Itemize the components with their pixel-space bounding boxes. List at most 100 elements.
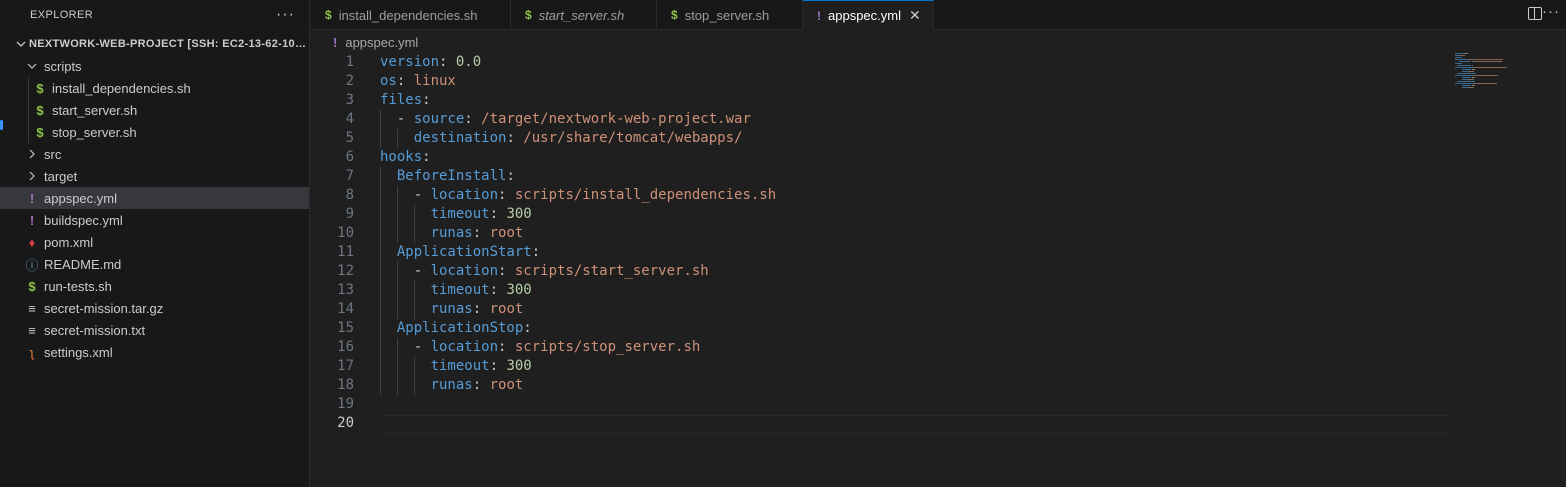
tree-file-appspec-yml[interactable]: ! appspec.yml [0, 187, 309, 209]
tree-file-secret-mission-tar-gz[interactable]: ≡ secret-mission.tar.gz [0, 297, 309, 319]
tree-item-label: secret-mission.txt [44, 322, 146, 338]
minimap-token [1455, 75, 1462, 76]
indent-guide [413, 357, 415, 395]
shell-icon: $ [325, 8, 332, 22]
code-text: BeforeInstall: [380, 167, 515, 186]
line-number: 10 [337, 225, 354, 241]
minimap-token [1455, 53, 1463, 54]
tree-file-stop_server-sh[interactable]: $ stop_server.sh [0, 121, 309, 143]
tab-more-actions-icon[interactable]: ··· [1542, 3, 1560, 20]
code-line: 8 - location: scripts/install_dependenci… [311, 186, 1451, 205]
shell-icon: $ [36, 80, 44, 96]
tree-file-run-tests-sh[interactable]: $ run-tests.sh [0, 275, 309, 297]
minimap[interactable] [1455, 53, 1515, 113]
shell-icon: $ [36, 124, 44, 140]
tab-label: start_server.sh [538, 7, 625, 23]
minimap-token [1459, 61, 1472, 62]
tree-file-settings-xml[interactable]: ʅ settings.xml [0, 341, 309, 363]
code-token: root [489, 225, 524, 241]
info-icon: ⓘ [25, 257, 39, 273]
tree-item-label: settings.xml [44, 344, 113, 360]
split-editor-icon[interactable] [1528, 7, 1542, 20]
code-token: scripts/stop_server.sh [514, 339, 701, 355]
shell-icon: $ [525, 8, 532, 22]
file-tree: scripts $ install_dependencies.sh $ start_se… [0, 55, 309, 363]
tree-file-buildspec-yml[interactable]: ! buildspec.yml [0, 209, 309, 231]
tree-file-start_server-sh[interactable]: $ start_server.sh [0, 99, 309, 121]
tree-item-label: secret-mission.tar.gz [44, 300, 164, 316]
indent-guide [396, 186, 398, 243]
line-number: 12 [337, 263, 354, 279]
more-actions-icon[interactable]: ··· [276, 6, 295, 24]
code-line: 6 hooks: [311, 148, 1451, 167]
code-token: files [380, 92, 423, 108]
yaml-icon: ! [333, 34, 338, 50]
rss-icon: ʅ [30, 344, 34, 360]
close-icon[interactable]: ✕ [909, 7, 921, 24]
tree-item-label: target [44, 168, 78, 184]
code-token: scripts/install_dependencies.sh [514, 187, 777, 203]
minimap-token [1461, 67, 1471, 68]
code-text: - source: /target/nextwork-web-project.w… [380, 110, 751, 129]
code-text: runas: root [380, 300, 524, 319]
code-token: 300 [506, 358, 532, 374]
minimap-token [1455, 83, 1462, 84]
code-token: : [489, 358, 507, 374]
yaml-icon: ! [817, 8, 821, 23]
minimap-token [1459, 55, 1465, 56]
code-token: : [422, 92, 431, 108]
line-number: 6 [345, 149, 354, 165]
tree-file-pom-xml[interactable]: ♦ pom.xml [0, 231, 309, 253]
minimap-token [1461, 77, 1470, 78]
minimap-token [1473, 61, 1503, 62]
tab-install_dependencies-sh[interactable]: $ install_dependencies.sh [311, 0, 511, 30]
line-number: 3 [345, 92, 354, 108]
line-number: 19 [337, 396, 354, 412]
code-line: 4 - source: /target/nextwork-web-project… [311, 110, 1451, 129]
code-token: os [380, 73, 397, 89]
code-line: 17 timeout: 300 [311, 357, 1451, 376]
minimap-token [1461, 83, 1471, 84]
code-token: scripts/start_server.sh [514, 263, 709, 279]
breadcrumb[interactable]: ! appspec.yml [311, 31, 418, 53]
code-token: /usr/share/tomcat/webapps/ [523, 130, 743, 146]
code-editor[interactable]: 1 version: 0.0 2 os: linux 3 files: 4 - source… [311, 53, 1451, 487]
tree-file-README-md[interactable]: ⓘ README.md [0, 253, 309, 275]
minimap-token [1464, 53, 1469, 54]
code-line: 16 - location: scripts/stop_server.sh [311, 338, 1451, 357]
line-number: 1 [345, 54, 354, 70]
indent-guide [413, 281, 415, 319]
indent-guide [380, 110, 381, 148]
code-token: - [380, 187, 431, 203]
tree-folder-scripts[interactable]: scripts [0, 55, 309, 77]
tab-appspec-yml[interactable]: ! appspec.yml ✕ [803, 0, 934, 30]
indent-guide [28, 121, 29, 143]
code-line: 19 [311, 395, 1451, 414]
indent-guide [413, 205, 415, 243]
tab-start_server-sh[interactable]: $ start_server.sh [511, 0, 657, 30]
line-number: 16 [337, 339, 354, 355]
code-line: 3 files: [311, 91, 1451, 110]
code-line: 5 destination: /usr/share/tomcat/webapps… [311, 129, 1451, 148]
tree-file-install_dependencies-sh[interactable]: $ install_dependencies.sh [0, 77, 309, 99]
code-token: location [430, 263, 499, 279]
tree-file-secret-mission-txt[interactable]: ≡ secret-mission.txt [0, 319, 309, 341]
code-text: ApplicationStop: [380, 319, 532, 338]
tree-item-label: scripts [44, 58, 82, 74]
minimap-token [1469, 87, 1474, 88]
tab-stop_server-sh[interactable]: $ stop_server.sh [657, 0, 803, 30]
minimap-token [1471, 69, 1475, 70]
line-number: 11 [337, 244, 354, 260]
line-number: 9 [345, 206, 354, 222]
code-token: - [380, 263, 431, 279]
tree-folder-src[interactable]: src [0, 143, 309, 165]
code-token: - [380, 111, 414, 127]
code-line: 13 timeout: 300 [311, 281, 1451, 300]
project-root-folder[interactable]: NEXTWORK-WEB-PROJECT [SSH: EC2-13-62-100… [0, 33, 309, 55]
code-line: 11 ApplicationStart: [311, 243, 1451, 262]
tree-folder-target[interactable]: target [0, 165, 309, 187]
minimap-token [1468, 59, 1504, 60]
tree-item-label: stop_server.sh [52, 124, 137, 140]
